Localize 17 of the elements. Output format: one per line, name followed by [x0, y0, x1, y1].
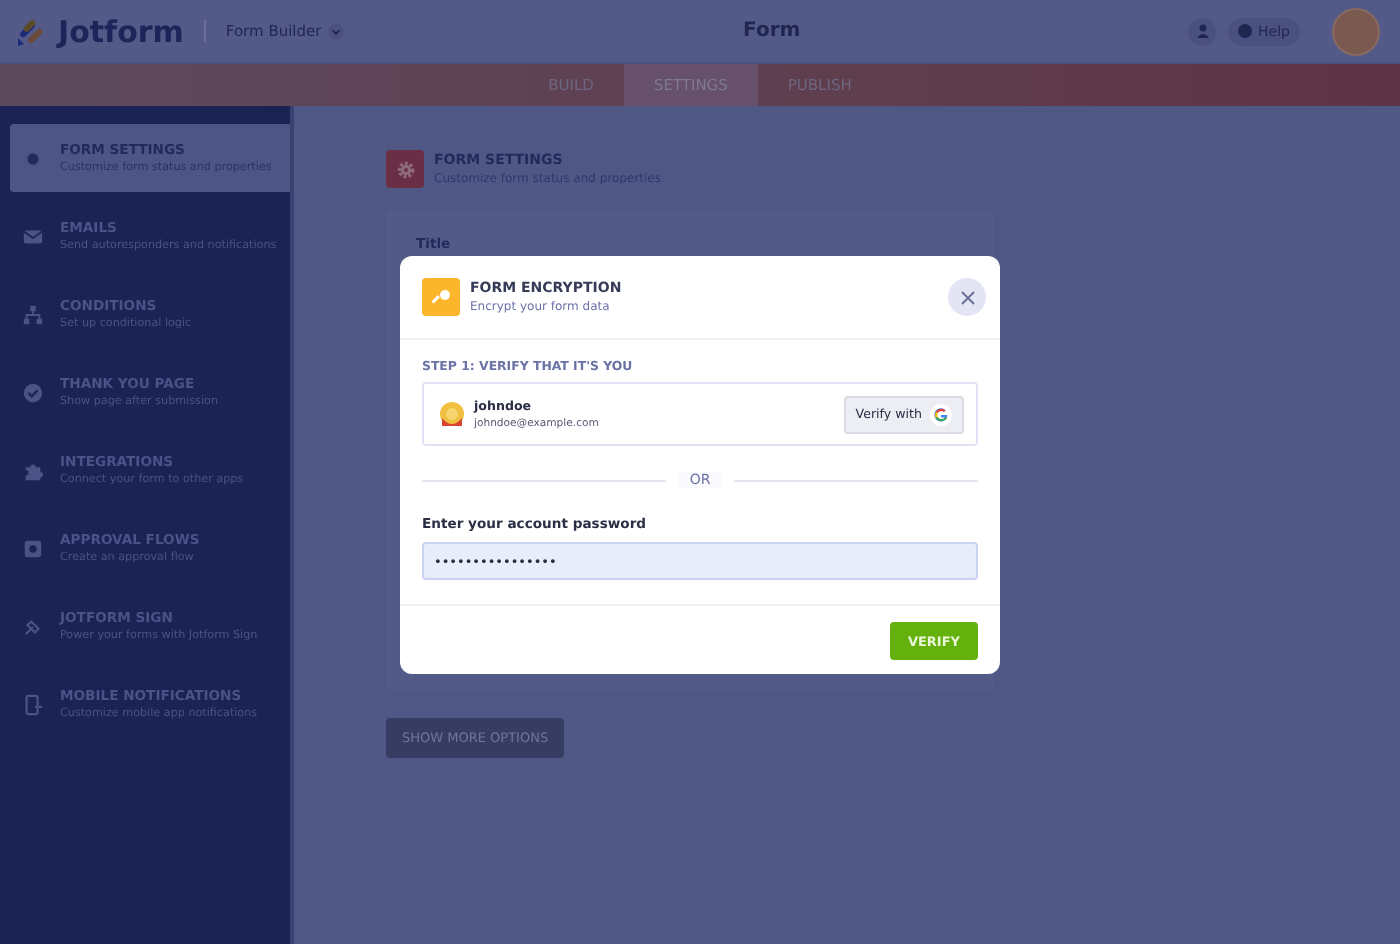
avatar-icon: [440, 402, 464, 426]
key-icon: [431, 287, 451, 307]
avatar[interactable]: [1332, 7, 1380, 55]
caret-icon: [327, 23, 344, 39]
envelope-icon: [22, 225, 44, 247]
check-circle-icon: [22, 381, 44, 403]
flowchart-icon: [22, 303, 44, 325]
google-icon: [930, 403, 952, 425]
close-button[interactable]: [948, 278, 986, 316]
logo-icon: [16, 15, 48, 47]
phone-icon: [22, 693, 44, 715]
user-button[interactable]: [1188, 17, 1217, 45]
user-icon: [1195, 24, 1210, 38]
close-icon: [959, 289, 975, 305]
brand-name: Jotform: [58, 13, 184, 49]
pen-icon: [22, 615, 44, 637]
puzzle-piece-icon: [22, 459, 44, 481]
